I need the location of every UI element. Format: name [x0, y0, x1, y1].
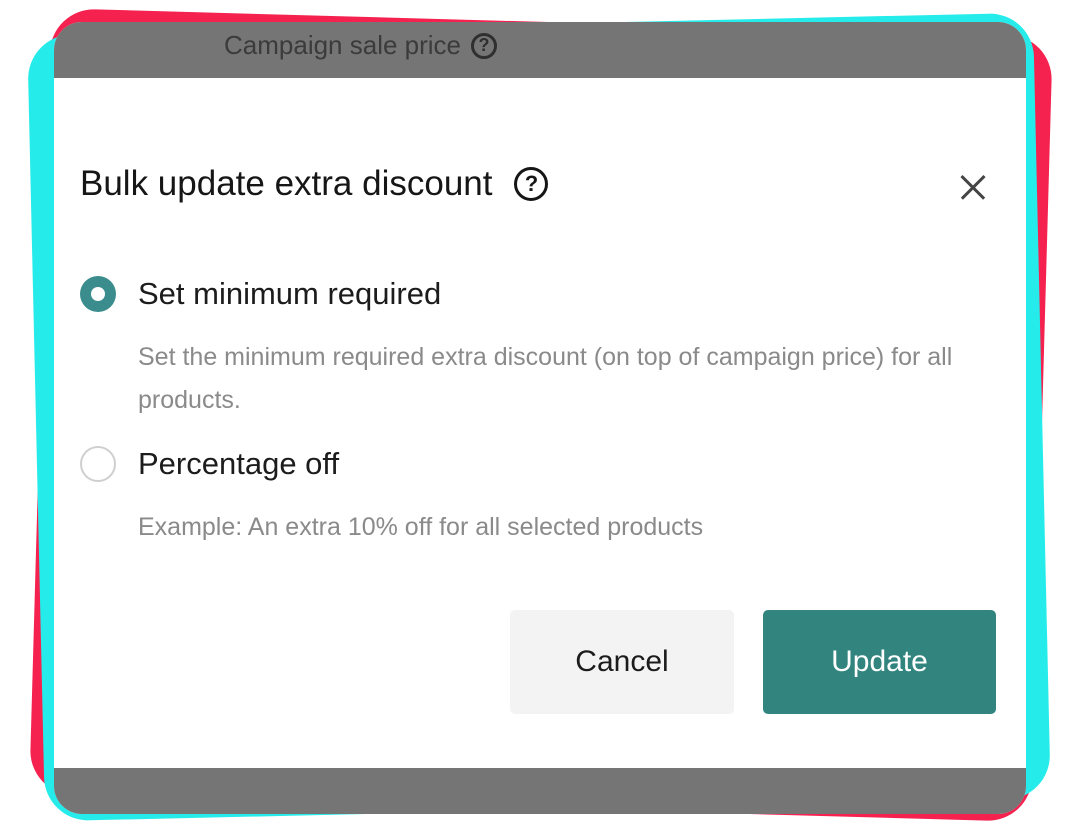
modal-overlay-top[interactable]: Campaign sale price ? [54, 22, 1026, 78]
dialog-title-row: Bulk update extra discount ? [80, 164, 549, 204]
option-description-set-minimum-required: Set the minimum required extra discount … [138, 343, 953, 414]
question-circle-icon[interactable]: ? [514, 167, 549, 201]
option-label-percentage-off: Percentage off [138, 446, 340, 481]
update-button[interactable]: Update [763, 610, 996, 714]
cancel-button[interactable]: Cancel [510, 610, 734, 714]
help-icon: ? [471, 32, 498, 59]
campaign-sale-price-label: Campaign sale price [224, 30, 462, 60]
phone-screen: Campaign sale price ? Bulk update extra … [54, 22, 1026, 814]
close-icon[interactable] [960, 174, 986, 200]
option-percentage-off[interactable]: Percentage off [80, 446, 339, 482]
bulk-update-dialog: Bulk update extra discount ? Set minimum… [54, 78, 1026, 768]
option-description-percentage-off: Example: An extra 10% off for all select… [138, 513, 704, 541]
option-set-minimum-required[interactable]: Set minimum required [80, 276, 441, 312]
option-label-set-minimum-required: Set minimum required [138, 276, 442, 311]
campaign-sale-price-header: Campaign sale price ? [224, 30, 498, 61]
screenshot-stage: Campaign sale price ? Bulk update extra … [0, 0, 1080, 840]
radio-set-minimum-required[interactable] [80, 276, 116, 312]
radio-percentage-off[interactable] [80, 446, 116, 482]
modal-overlay-bottom[interactable] [54, 768, 1026, 814]
dialog-title: Bulk update extra discount [80, 164, 493, 203]
